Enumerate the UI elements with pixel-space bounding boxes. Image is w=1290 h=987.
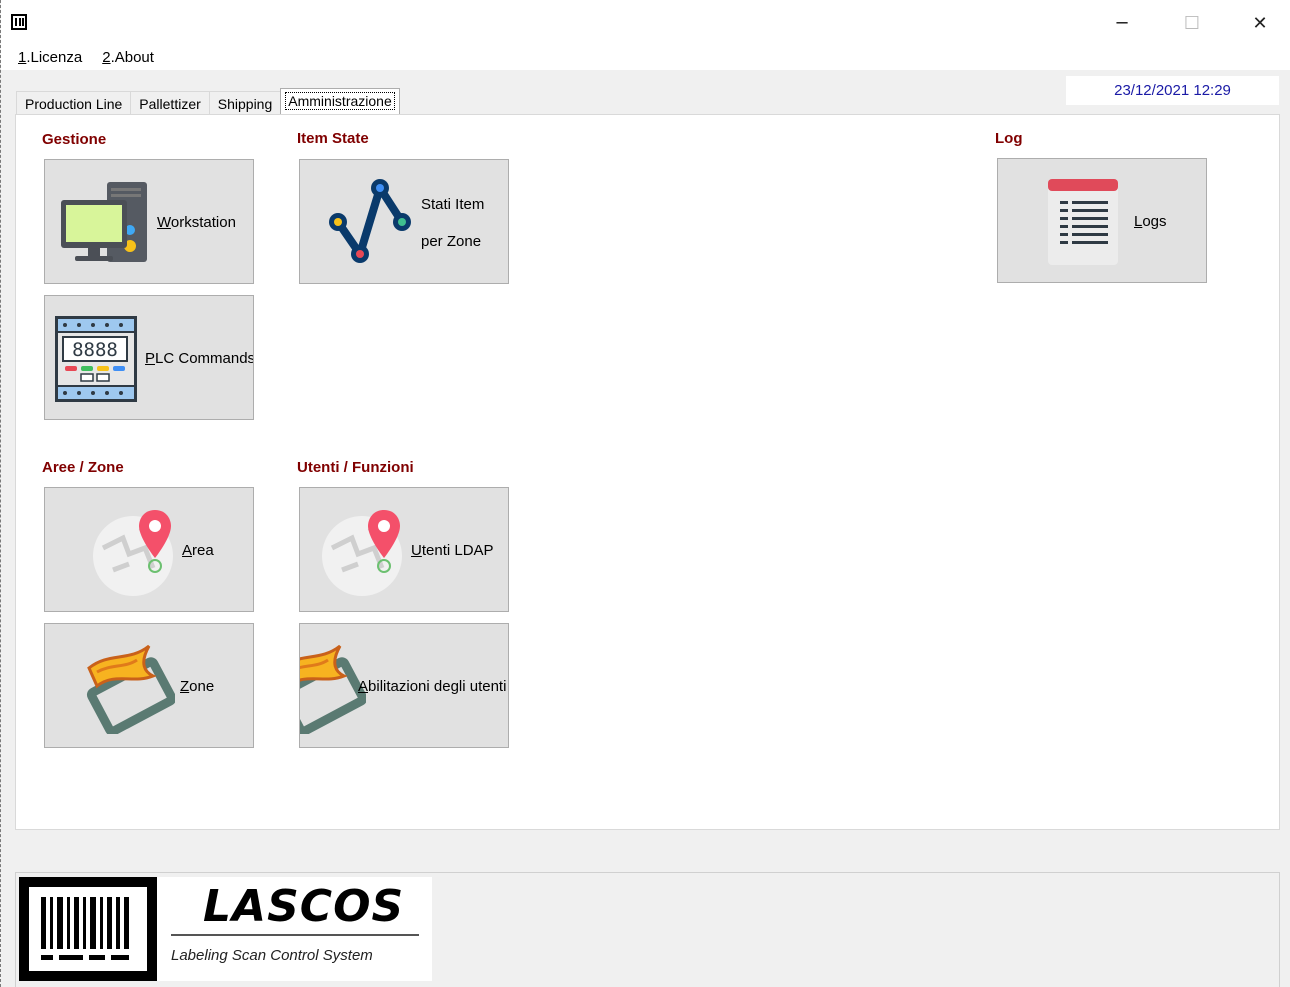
section-title-log: Log xyxy=(995,130,1023,147)
title-bar: ─ ☐ ✕ xyxy=(1,0,1290,44)
abilitazioni-label: Abilitazioni degli utenti xyxy=(358,678,507,695)
workstation-icon xyxy=(61,182,147,262)
flag-icon xyxy=(86,644,175,734)
section-title-utenti-funzioni: Utenti / Funzioni xyxy=(297,459,414,476)
section-title-item-state: Item State xyxy=(297,130,369,147)
plc-icon: 8888 xyxy=(55,316,137,402)
map-pin-icon xyxy=(93,510,173,596)
logs-label: Logs xyxy=(1134,213,1167,230)
tab-shipping[interactable]: Shipping xyxy=(209,91,282,115)
section-title-aree-zone: Aree / Zone xyxy=(42,459,124,476)
maximize-button[interactable]: ☐ xyxy=(1169,8,1215,38)
flag-icon xyxy=(300,644,366,734)
app-window: ─ ☐ ✕ 1.Licenza 2.About Production Line … xyxy=(0,0,1290,987)
admin-panel: Gestione Item State Log Aree / Zone Uten… xyxy=(15,114,1280,830)
logo-title: LASCOS xyxy=(203,881,405,932)
abilitazioni-button[interactable]: Abilitazioni degli utenti xyxy=(299,623,509,748)
minimize-button[interactable]: ─ xyxy=(1099,8,1145,38)
svg-text:8888: 8888 xyxy=(72,339,118,361)
plc-commands-button[interactable]: 8888 PLC Commands xyxy=(44,295,254,420)
map-pin-icon xyxy=(322,510,402,596)
lascos-logo: LASCOS Labeling Scan Control System xyxy=(19,877,432,981)
logo-subtitle: Labeling Scan Control System xyxy=(171,947,373,964)
stati-item-button[interactable]: Stati Item per Zone xyxy=(299,159,509,284)
log-list-icon xyxy=(1048,179,1118,265)
utenti-ldap-label: Utenti LDAP xyxy=(411,542,494,559)
area-label: Area xyxy=(182,542,214,559)
menu-licenza[interactable]: 1.Licenza xyxy=(18,49,82,66)
stati-item-label-line2: per Zone xyxy=(421,233,482,250)
menu-bar: 1.Licenza 2.About xyxy=(1,44,1290,70)
tab-strip: Production Line Pallettizer Shipping Amm… xyxy=(16,88,400,115)
datetime-display: 23/12/2021 12:29 xyxy=(1066,76,1279,105)
workstation-button[interactable]: Workstation xyxy=(44,159,254,284)
tab-pallettizer[interactable]: Pallettizer xyxy=(131,91,210,115)
stati-item-label-line1: Stati Item xyxy=(421,196,485,213)
tab-production-line[interactable]: Production Line xyxy=(16,91,132,115)
logs-button[interactable]: Logs xyxy=(997,158,1207,283)
menu-about[interactable]: 2.About xyxy=(102,49,154,66)
section-title-gestione: Gestione xyxy=(42,131,107,148)
zone-label: Zone xyxy=(180,678,215,695)
barcode-logo-icon xyxy=(19,877,157,981)
zone-button[interactable]: Zone xyxy=(44,623,254,748)
area-button[interactable]: Area xyxy=(44,487,254,612)
tab-amministrazione[interactable]: Amministrazione xyxy=(280,88,400,115)
close-button[interactable]: ✕ xyxy=(1237,8,1283,38)
barcode-icon xyxy=(11,14,27,30)
logo-divider xyxy=(171,934,419,936)
plc-commands-label: PLC Commands xyxy=(145,350,254,367)
utenti-ldap-button[interactable]: Utenti LDAP xyxy=(299,487,509,612)
graph-icon xyxy=(329,179,411,263)
workstation-label: Workstation xyxy=(157,214,236,231)
